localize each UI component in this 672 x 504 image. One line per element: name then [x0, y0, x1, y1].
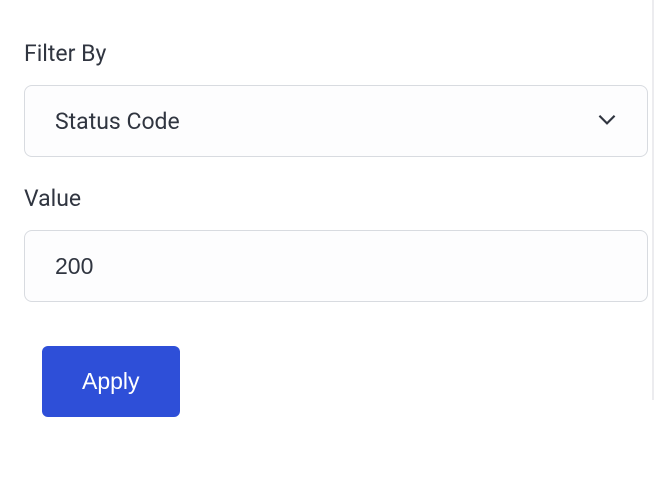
- value-label: Value: [24, 185, 648, 212]
- filter-by-selected-value: Status Code: [55, 108, 180, 135]
- filter-by-select-wrapper: Status Code: [24, 85, 648, 157]
- filter-by-select[interactable]: Status Code: [24, 85, 648, 157]
- value-group: Value: [24, 185, 648, 302]
- apply-button[interactable]: Apply: [42, 346, 180, 417]
- divider: [652, 0, 654, 400]
- filter-by-label: Filter By: [24, 40, 648, 67]
- filter-by-group: Filter By Status Code: [24, 40, 648, 157]
- value-input[interactable]: [24, 230, 648, 302]
